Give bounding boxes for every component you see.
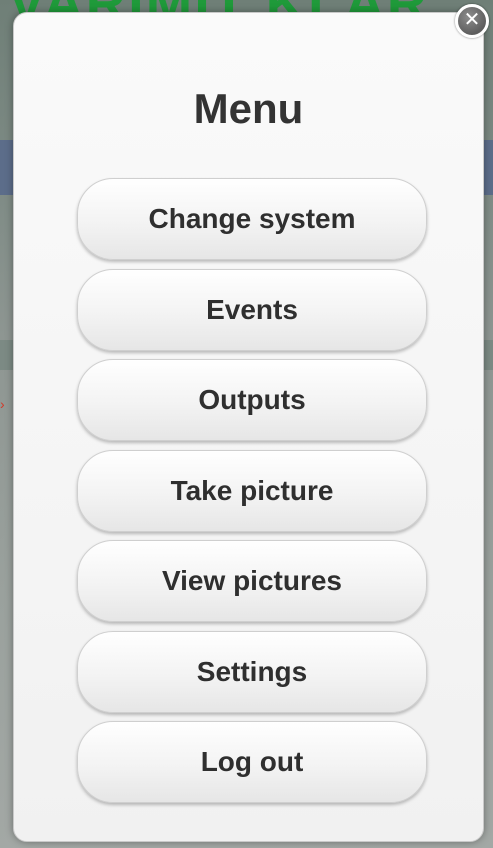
menu-popup: Menu Change system Events Outputs Take p… xyxy=(13,12,484,842)
close-icon[interactable]: ✕ xyxy=(455,4,489,38)
menu-list: Change system Events Outputs Take pictur… xyxy=(77,178,427,812)
change-system-button[interactable]: Change system xyxy=(77,178,427,260)
settings-button[interactable]: Settings xyxy=(77,630,427,713)
log-out-button[interactable]: Log out xyxy=(77,721,427,803)
events-button[interactable]: Events xyxy=(77,268,427,351)
background-mark: › xyxy=(0,396,5,412)
view-pictures-button[interactable]: View pictures xyxy=(77,540,427,622)
outputs-button[interactable]: Outputs xyxy=(77,359,427,441)
popup-title: Menu xyxy=(193,85,304,132)
take-picture-button[interactable]: Take picture xyxy=(77,449,427,532)
